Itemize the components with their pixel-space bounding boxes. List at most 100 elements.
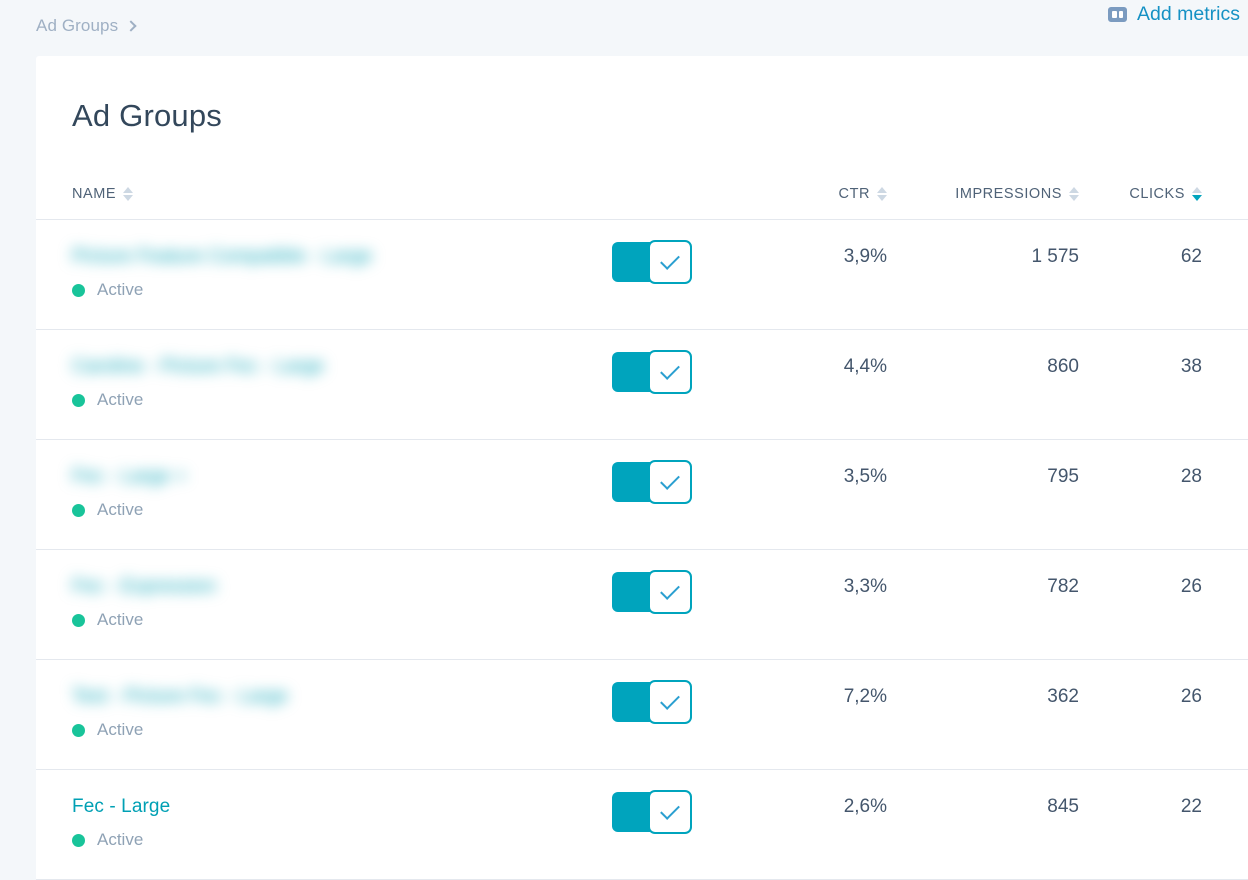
enabled-toggle[interactable]: [612, 460, 692, 504]
status-badge: Active: [72, 280, 612, 300]
cell-ctr: 3,9%: [742, 219, 887, 330]
enabled-toggle[interactable]: [612, 790, 692, 834]
cell-ctr: 2,6%: [742, 769, 887, 880]
sort-asc-icon: [1069, 187, 1079, 193]
table-body: Picture Feature Compatible - Large Active…: [36, 219, 1248, 880]
sort-desc-icon: [877, 195, 887, 201]
sort-desc-icon: [123, 195, 134, 201]
table-row: Caroline - Picture Fec - Large Active 4,4%…: [36, 329, 1248, 440]
cell-clicks: 26: [1079, 549, 1248, 660]
sort-asc-icon: [123, 187, 134, 193]
sort-toggle-name[interactable]: [123, 187, 134, 201]
toggle-knob: [648, 240, 692, 284]
status-dot-icon: [72, 833, 85, 847]
cell-toggle: [612, 659, 742, 770]
status-label: Active: [97, 610, 144, 629]
status-badge: Active: [72, 720, 612, 740]
breadcrumb: Ad Groups: [36, 16, 137, 36]
toggle-knob: [648, 460, 692, 504]
cell-name: Fec - Large + Active: [36, 439, 612, 550]
page-title: Ad Groups: [72, 98, 222, 133]
status-dot-icon: [72, 723, 85, 737]
ad-group-link[interactable]: Test - Picture Fec - Large: [72, 686, 288, 708]
column-header-toggle: [612, 186, 742, 220]
enabled-toggle[interactable]: [612, 570, 692, 614]
cell-name: Test - Picture Fec - Large Active: [36, 659, 612, 770]
cell-clicks: 62: [1079, 219, 1248, 330]
status-label: Active: [97, 830, 144, 849]
cell-ctr: 7,2%: [742, 659, 887, 770]
table-row: Picture Feature Compatible - Large Active…: [36, 219, 1248, 330]
cell-impressions: 845: [887, 769, 1079, 880]
cell-clicks: 26: [1079, 659, 1248, 770]
ad-groups-table: NAME CTR IMPRESSIONS CLICKS Picture Feat…: [36, 186, 1248, 880]
column-header-clicks[interactable]: CLICKS: [1079, 186, 1248, 220]
chevron-right-icon: [125, 20, 137, 32]
column-header-ctr[interactable]: CTR: [742, 186, 887, 220]
add-metrics-button[interactable]: Add metrics: [1108, 3, 1240, 26]
toggle-knob: [648, 680, 692, 724]
cell-toggle: [612, 439, 742, 550]
table-header-row: NAME CTR IMPRESSIONS CLICKS: [36, 186, 1248, 220]
table-row: Test - Picture Fec - Large Active 7,2% 362 2…: [36, 659, 1248, 770]
cell-name: Fec - Large Active: [36, 769, 612, 880]
check-icon: [660, 800, 680, 820]
status-label: Active: [97, 390, 144, 409]
sort-desc-icon: [1192, 195, 1202, 201]
breadcrumb-item-ad-groups[interactable]: Ad Groups: [36, 16, 118, 36]
status-dot-icon: [72, 613, 85, 627]
status-dot-icon: [72, 283, 85, 297]
cell-toggle: [612, 329, 742, 440]
ad-group-link[interactable]: Fec - Large +: [72, 466, 187, 488]
cell-impressions: 1 575: [887, 219, 1079, 330]
cell-name: Picture Feature Compatible - Large Active: [36, 219, 612, 330]
column-header-ctr-label: CTR: [838, 186, 870, 202]
status-badge: Active: [72, 500, 612, 520]
column-header-name[interactable]: NAME: [36, 186, 612, 220]
status-dot-icon: [72, 503, 85, 517]
cell-toggle: [612, 769, 742, 880]
column-header-name-label: NAME: [72, 186, 117, 202]
enabled-toggle[interactable]: [612, 240, 692, 284]
status-dot-icon: [72, 393, 85, 407]
sort-toggle-ctr[interactable]: [877, 187, 887, 201]
status-label: Active: [97, 500, 144, 519]
check-icon: [660, 360, 680, 380]
ad-group-link[interactable]: Fec - Large: [72, 796, 170, 818]
table-row: Fec - Expression Active 3,3% 782 26: [36, 549, 1248, 660]
status-label: Active: [97, 720, 144, 739]
check-icon: [660, 470, 680, 490]
status-badge: Active: [72, 390, 612, 410]
enabled-toggle[interactable]: [612, 680, 692, 724]
top-bar: Ad Groups Add metrics: [0, 0, 1248, 56]
check-icon: [660, 250, 680, 270]
cell-clicks: 38: [1079, 329, 1248, 440]
status-badge: Active: [72, 830, 612, 850]
ad-group-link[interactable]: Caroline - Picture Fec - Large: [72, 356, 324, 378]
column-header-clicks-label: CLICKS: [1129, 186, 1185, 202]
toggle-knob: [648, 350, 692, 394]
ad-group-link[interactable]: Picture Feature Compatible - Large: [72, 246, 372, 268]
cell-ctr: 4,4%: [742, 329, 887, 440]
cell-impressions: 782: [887, 549, 1079, 660]
check-icon: [660, 690, 680, 710]
table-header: NAME CTR IMPRESSIONS CLICKS: [36, 186, 1248, 220]
cell-toggle: [612, 549, 742, 660]
cell-impressions: 795: [887, 439, 1079, 550]
ad-group-link[interactable]: Fec - Expression: [72, 576, 216, 598]
cell-name: Caroline - Picture Fec - Large Active: [36, 329, 612, 440]
status-badge: Active: [72, 610, 612, 630]
cell-impressions: 860: [887, 329, 1079, 440]
enabled-toggle[interactable]: [612, 350, 692, 394]
ad-groups-card: Ad Groups NAME CTR IMPRESSIONS CLICKS Pi…: [36, 56, 1248, 880]
sort-toggle-clicks[interactable]: [1192, 187, 1202, 201]
columns-icon: [1108, 7, 1128, 22]
cell-name: Fec - Expression Active: [36, 549, 612, 660]
sort-desc-icon: [1069, 195, 1079, 201]
cell-ctr: 3,3%: [742, 549, 887, 660]
column-header-impressions[interactable]: IMPRESSIONS: [887, 186, 1079, 220]
cell-ctr: 3,5%: [742, 439, 887, 550]
add-metrics-label: Add metrics: [1137, 3, 1240, 25]
column-header-impressions-label: IMPRESSIONS: [955, 186, 1062, 202]
sort-toggle-impressions[interactable]: [1069, 187, 1079, 201]
